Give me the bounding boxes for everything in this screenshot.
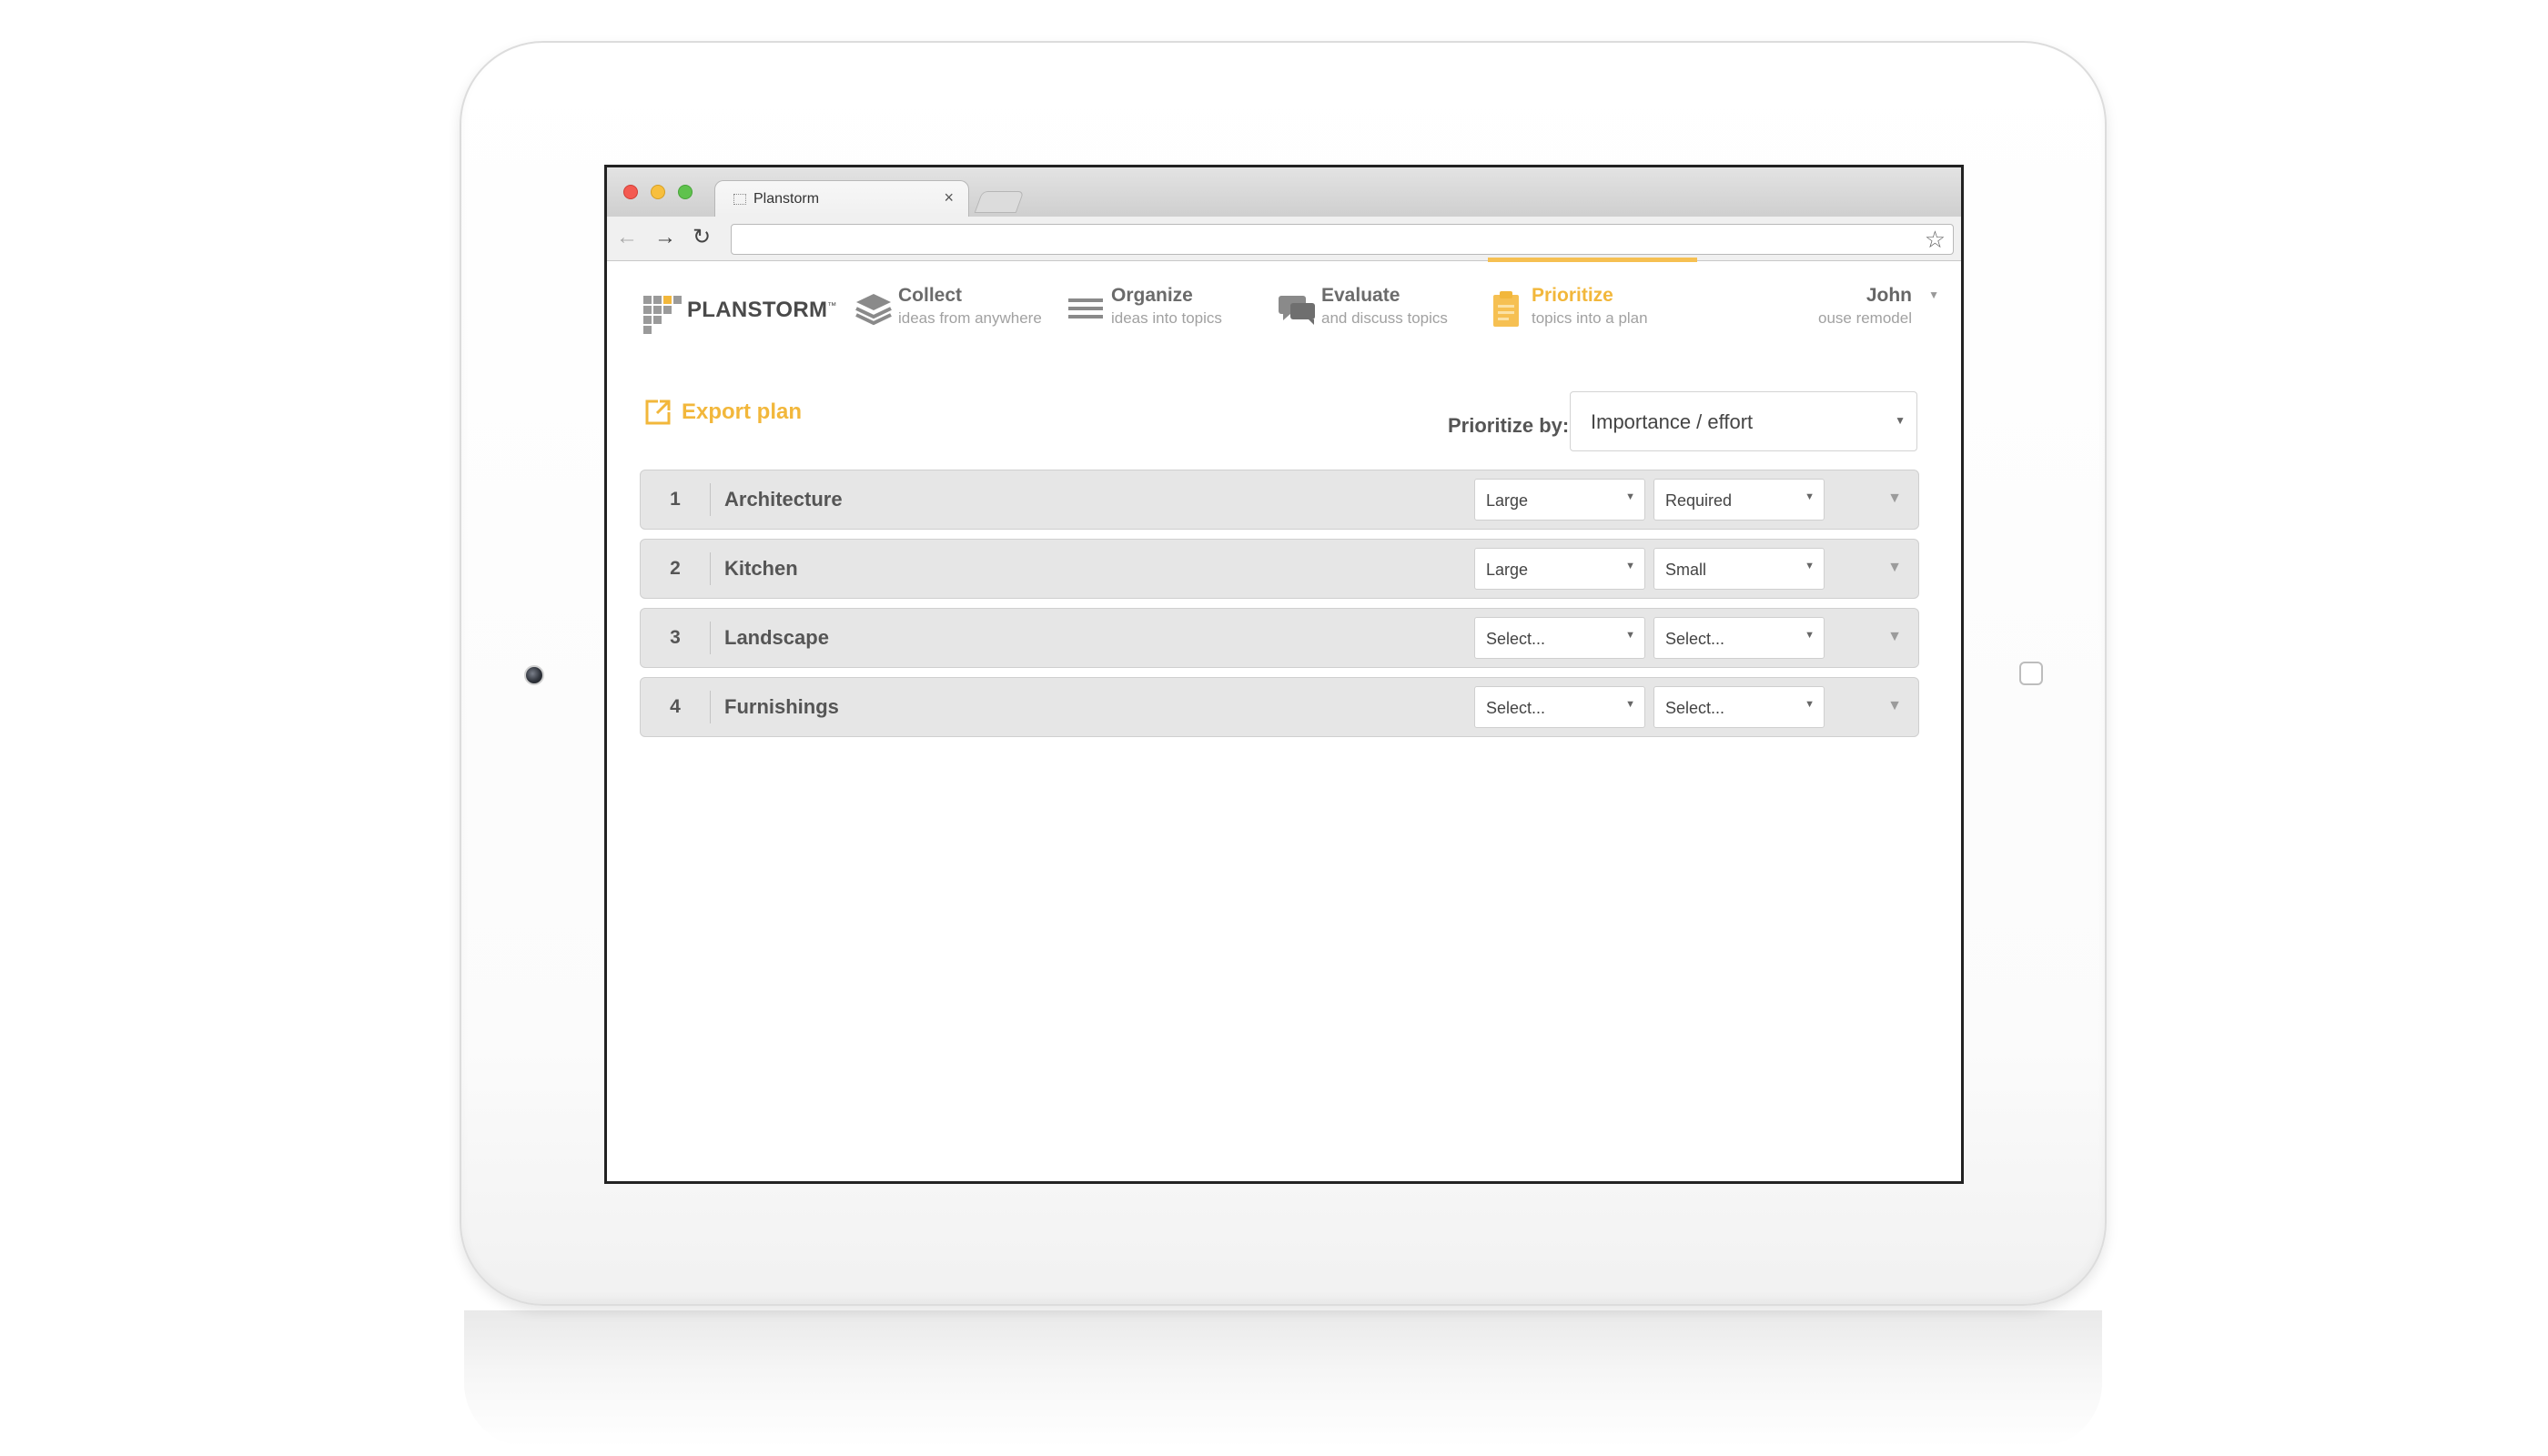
topic-name: Architecture: [724, 488, 843, 511]
expand-row-icon[interactable]: ▼: [1887, 629, 1902, 645]
address-bar[interactable]: ☆: [731, 224, 1954, 255]
topic-row[interactable]: 2 Kitchen Large ▼ Small ▼ ▼: [640, 539, 1919, 599]
chevron-down-icon: ▼: [1805, 699, 1815, 710]
need-select-value: Small: [1665, 561, 1707, 579]
chevron-down-icon: ▼: [1625, 699, 1635, 710]
divider: [710, 483, 711, 516]
size-select-value: Select...: [1486, 699, 1546, 717]
step-subtitle: ideas into topics: [1111, 309, 1222, 327]
expand-row-icon[interactable]: ▼: [1887, 490, 1902, 507]
size-select[interactable]: Select... ▼: [1474, 686, 1645, 728]
active-step-indicator: [1488, 258, 1697, 262]
camera-icon: [524, 665, 544, 685]
topic-name: Furnishings: [724, 695, 839, 718]
logo-text: PLANSTORM™: [687, 298, 837, 322]
size-select[interactable]: Select... ▼: [1474, 617, 1645, 659]
topic-name: Kitchen: [724, 557, 798, 580]
expand-row-icon[interactable]: ▼: [1887, 560, 1902, 576]
step-title: Collect: [898, 285, 963, 306]
list-icon: [1068, 298, 1103, 318]
size-select-value: Large: [1486, 561, 1529, 579]
clipboard-icon: [1493, 291, 1519, 327]
minimize-window-icon[interactable]: [651, 185, 665, 199]
back-arrow-icon[interactable]: ←: [616, 226, 638, 249]
topic-rank: 4: [670, 696, 681, 717]
chevron-down-icon: ▼: [1805, 630, 1815, 641]
size-select[interactable]: Large ▼: [1474, 479, 1645, 521]
home-button[interactable]: [2019, 662, 2043, 685]
chevron-down-icon: ▼: [1805, 491, 1815, 502]
need-select[interactable]: Select... ▼: [1653, 686, 1825, 728]
tablet-screen: Planstorm × ← → ↻ ☆ PLANSTORM™ Collect i…: [604, 165, 1964, 1184]
reload-icon[interactable]: ↻: [693, 226, 711, 249]
chevron-down-icon: ▼: [1895, 414, 1906, 427]
step-subtitle: topics into a plan: [1532, 309, 1648, 327]
layers-icon: [855, 294, 892, 326]
size-select-value: Large: [1486, 491, 1529, 510]
app-content: PLANSTORM™ Collect ideas from anywhere O…: [607, 258, 1961, 1181]
export-icon: [645, 399, 671, 425]
chevron-down-icon: ▼: [1625, 630, 1635, 641]
chevron-down-icon: ▼: [1805, 561, 1815, 571]
chevron-down-icon: ▼: [1625, 561, 1635, 571]
chevron-down-icon: ▼: [1928, 288, 1939, 301]
need-select[interactable]: Required ▼: [1653, 479, 1825, 521]
new-tab-button[interactable]: [974, 191, 1025, 213]
tab-title: Planstorm: [753, 191, 820, 207]
need-select-value: Required: [1665, 491, 1733, 510]
prioritize-by-value: Importance / effort: [1591, 410, 1754, 433]
size-select[interactable]: Large ▼: [1474, 548, 1645, 590]
chevron-down-icon: ▼: [1625, 491, 1635, 502]
browser-toolbar: ← → ↻ ☆: [607, 217, 1961, 261]
topic-rank: 1: [670, 489, 681, 510]
topic-rank: 2: [670, 558, 681, 579]
speech-bubbles-icon: [1279, 296, 1315, 325]
divider: [710, 691, 711, 723]
topic-list: 1 Architecture Large ▼ Required ▼ ▼ 2 Ki…: [640, 470, 1919, 746]
topic-row[interactable]: 1 Architecture Large ▼ Required ▼ ▼: [640, 470, 1919, 530]
topic-row[interactable]: 3 Landscape Select... ▼ Select... ▼ ▼: [640, 608, 1919, 668]
need-select[interactable]: Small ▼: [1653, 548, 1825, 590]
need-select[interactable]: Select... ▼: [1653, 617, 1825, 659]
size-select-value: Select...: [1486, 630, 1546, 648]
maximize-window-icon[interactable]: [678, 185, 693, 199]
device-reflection: [464, 1310, 2102, 1447]
prioritize-by-select[interactable]: Importance / effort ▼: [1570, 391, 1917, 451]
step-title: Evaluate: [1321, 285, 1400, 306]
forward-arrow-icon[interactable]: →: [654, 226, 676, 249]
divider: [710, 622, 711, 654]
tab-close-icon[interactable]: ×: [944, 188, 954, 207]
prioritize-by-label: Prioritize by:: [1448, 414, 1570, 437]
favicon-icon: [733, 194, 746, 205]
user-menu[interactable]: John ouse remodel ▼: [1818, 285, 1939, 328]
need-select-value: Select...: [1665, 630, 1725, 648]
browser-titlebar: Planstorm ×: [607, 167, 1961, 217]
step-title: Organize: [1111, 285, 1193, 306]
close-window-icon[interactable]: [623, 185, 638, 199]
divider: [710, 552, 711, 585]
logo-grid-icon: [643, 296, 682, 334]
step-subtitle: and discuss topics: [1321, 309, 1448, 327]
expand-row-icon[interactable]: ▼: [1887, 698, 1902, 714]
need-select-value: Select...: [1665, 699, 1725, 717]
topic-rank: 3: [670, 627, 681, 648]
user-name: John: [1866, 285, 1912, 306]
step-subtitle: ideas from anywhere: [898, 309, 1042, 327]
step-title: Prioritize: [1532, 285, 1613, 306]
topic-name: Landscape: [724, 626, 829, 649]
export-plan-label: Export plan: [682, 399, 803, 424]
topic-row[interactable]: 4 Furnishings Select... ▼ Select... ▼ ▼: [640, 677, 1919, 737]
user-project: ouse remodel: [1817, 309, 1912, 327]
browser-tab[interactable]: Planstorm ×: [714, 180, 969, 217]
bookmark-star-icon[interactable]: ☆: [1925, 227, 1946, 252]
